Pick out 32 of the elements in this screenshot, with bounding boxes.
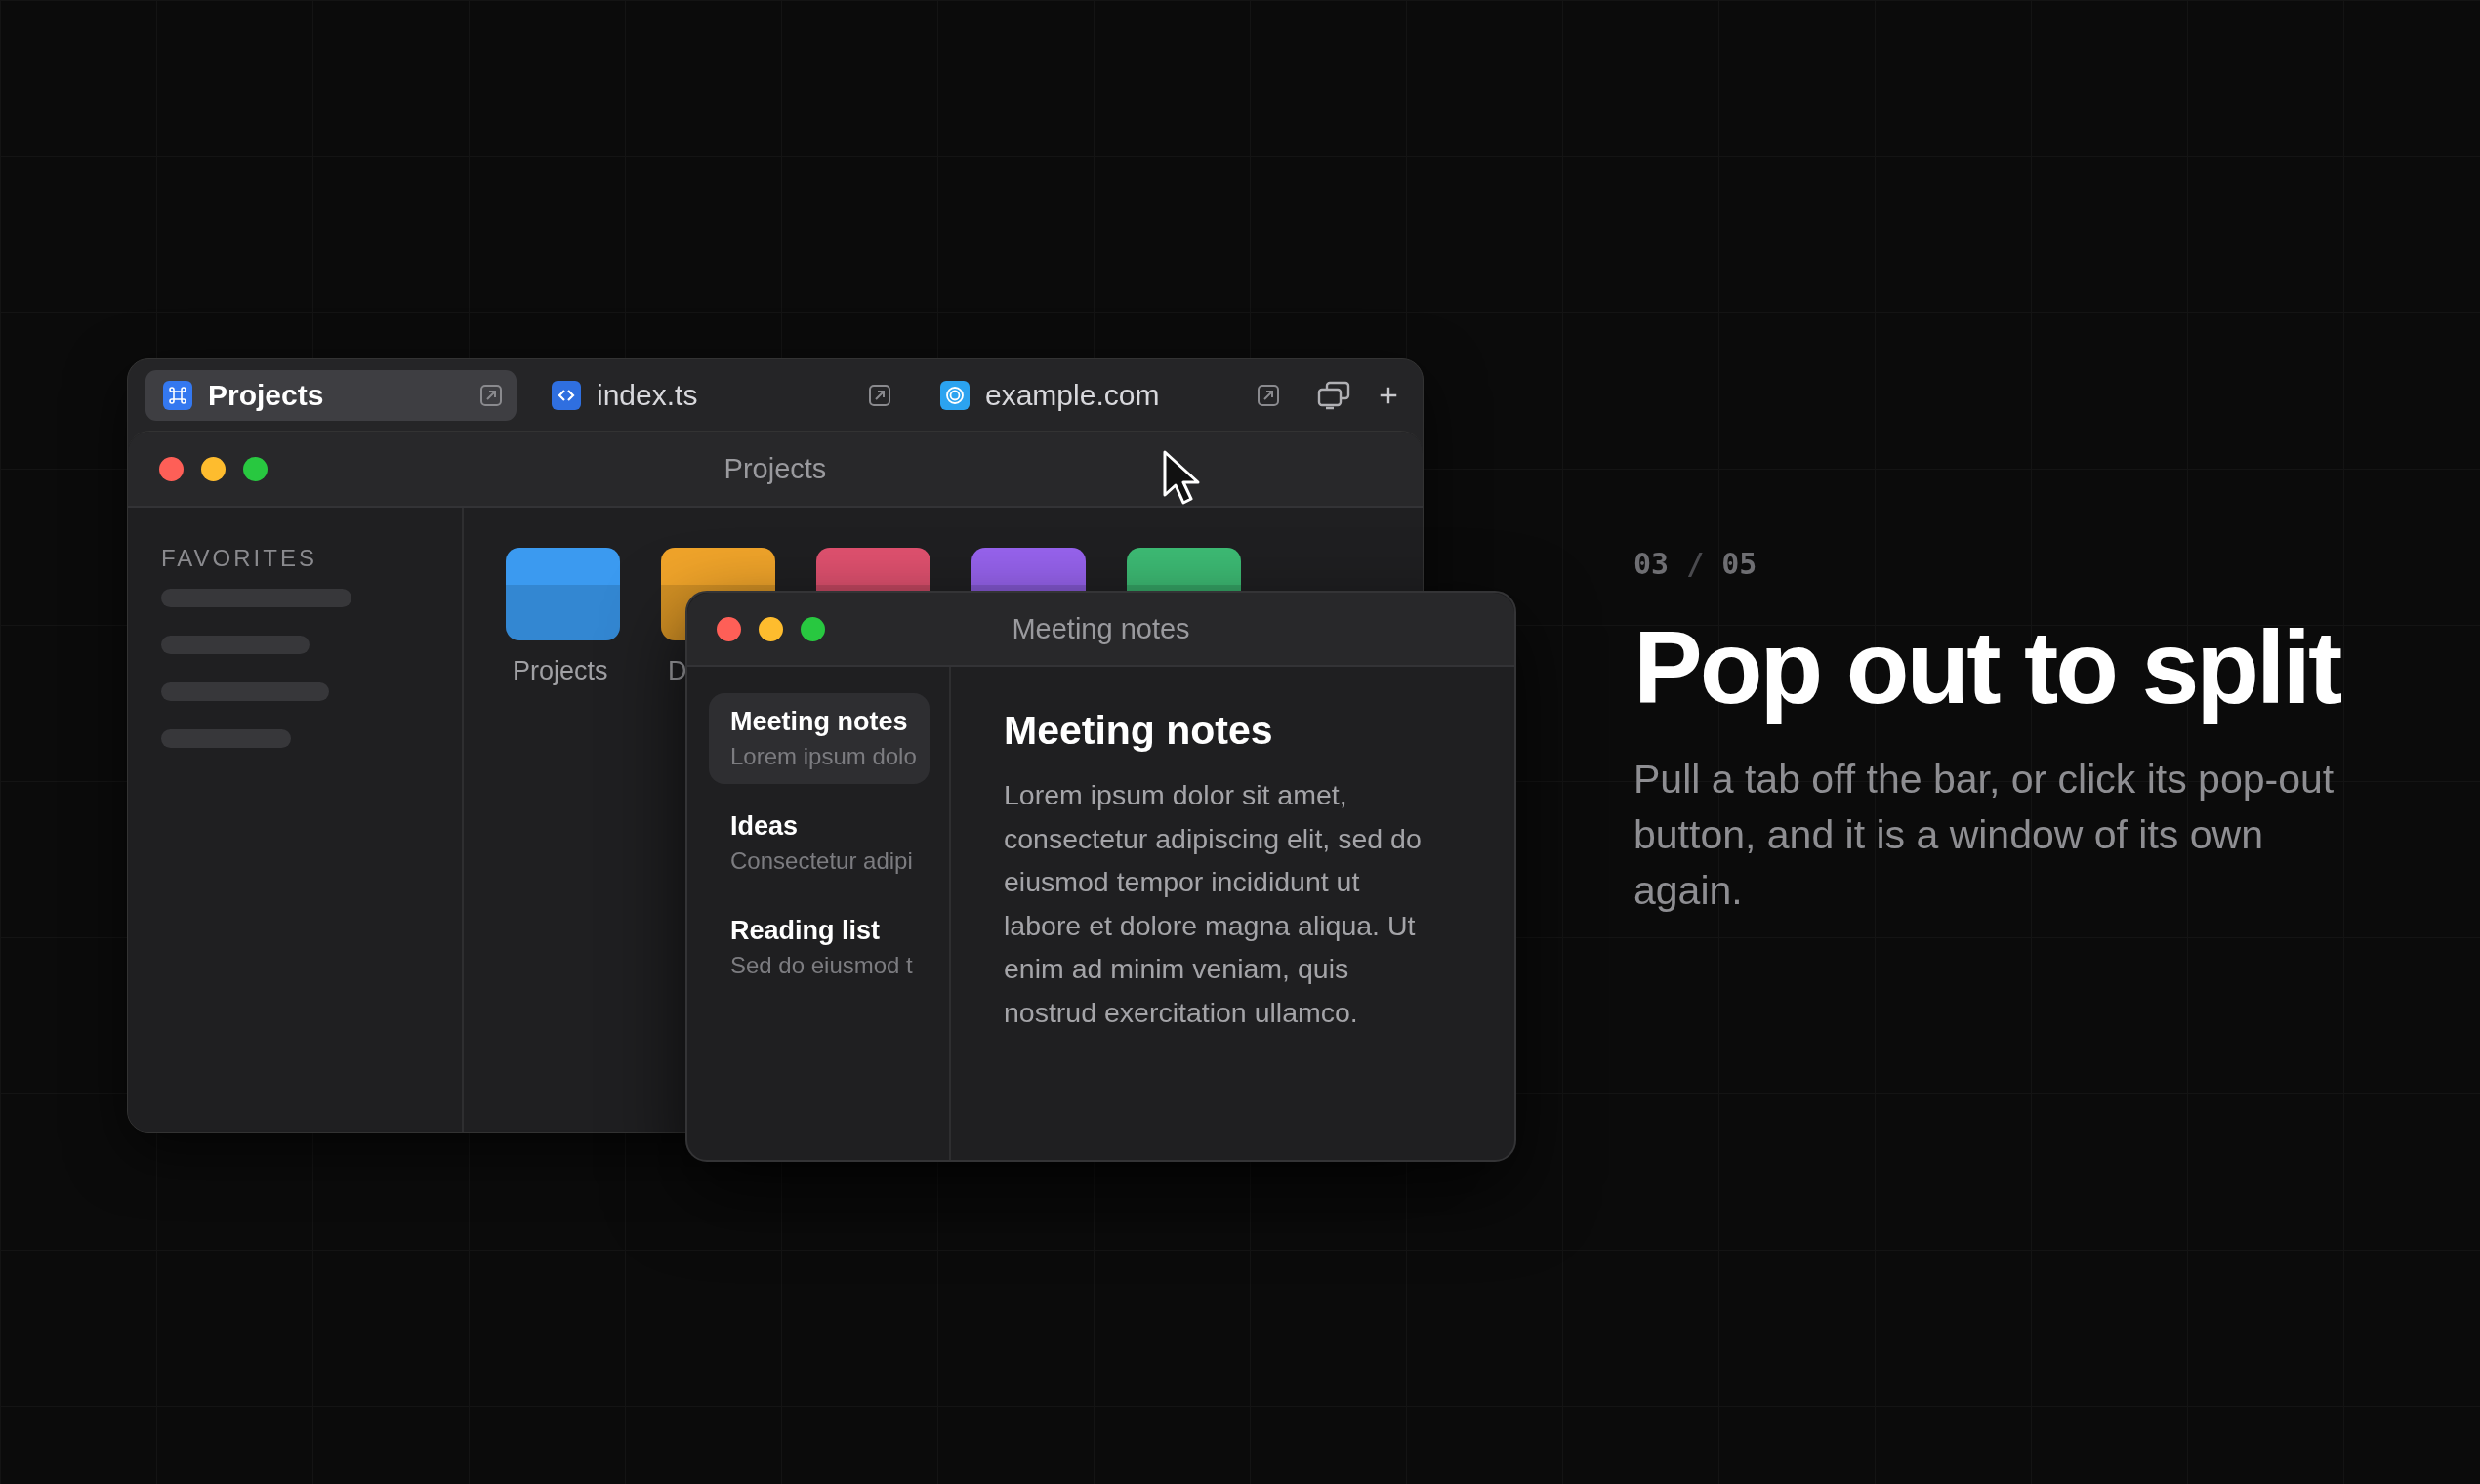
step-current: 03: [1633, 547, 1670, 581]
note-heading: Meeting notes: [1004, 708, 1274, 754]
window-title: Projects: [723, 452, 827, 485]
note-text: Lorem ipsum dolor sit amet, consectetur adipiscing elit, sed do eiusmod tempor incididunt ut labore et dolore magna aliqua. Ut enim ad minim veniam, quis nostrud exercitation ullamco.: [1004, 778, 1423, 1030]
description: Pull a tab off the bar, or click its pop-out button, and it is a window of its own again.: [1633, 755, 2335, 915]
step-separator: /: [1686, 547, 1705, 581]
screens-icon[interactable]: [1317, 380, 1350, 410]
tab[interactable]: example.com: [923, 369, 1294, 421]
window-title: Meeting notes: [1012, 612, 1190, 645]
headline: Pop out to split: [1633, 610, 2341, 724]
sidebar-heading: FAVORITES: [161, 545, 318, 572]
code-icon: [552, 380, 581, 410]
tab[interactable]: Projects: [145, 369, 517, 421]
close-icon[interactable]: [717, 616, 741, 641]
minimize-icon[interactable]: [759, 616, 783, 641]
popout-icon[interactable]: [479, 383, 503, 407]
rings-icon: [940, 380, 970, 410]
note-item[interactable]: Meeting notes Lorem ipsum dolo: [709, 693, 930, 784]
maximize-icon[interactable]: [243, 456, 268, 481]
popout-icon[interactable]: [1257, 383, 1280, 407]
cursor-icon: [1162, 449, 1201, 506]
close-icon[interactable]: [159, 456, 184, 481]
tab[interactable]: index.ts: [534, 369, 905, 421]
maximize-icon[interactable]: [801, 616, 825, 641]
step-total: 05: [1721, 547, 1757, 581]
popout-icon[interactable]: [868, 383, 891, 407]
note-item[interactable]: Ideas Consectetur adipi: [709, 798, 930, 888]
note-item[interactable]: Reading list Sed do eiusmod t: [709, 902, 930, 993]
folder-label: Projects: [512, 656, 609, 686]
minimize-icon[interactable]: [201, 456, 226, 481]
folder-label: D: [667, 656, 688, 686]
command-icon: [163, 380, 192, 410]
